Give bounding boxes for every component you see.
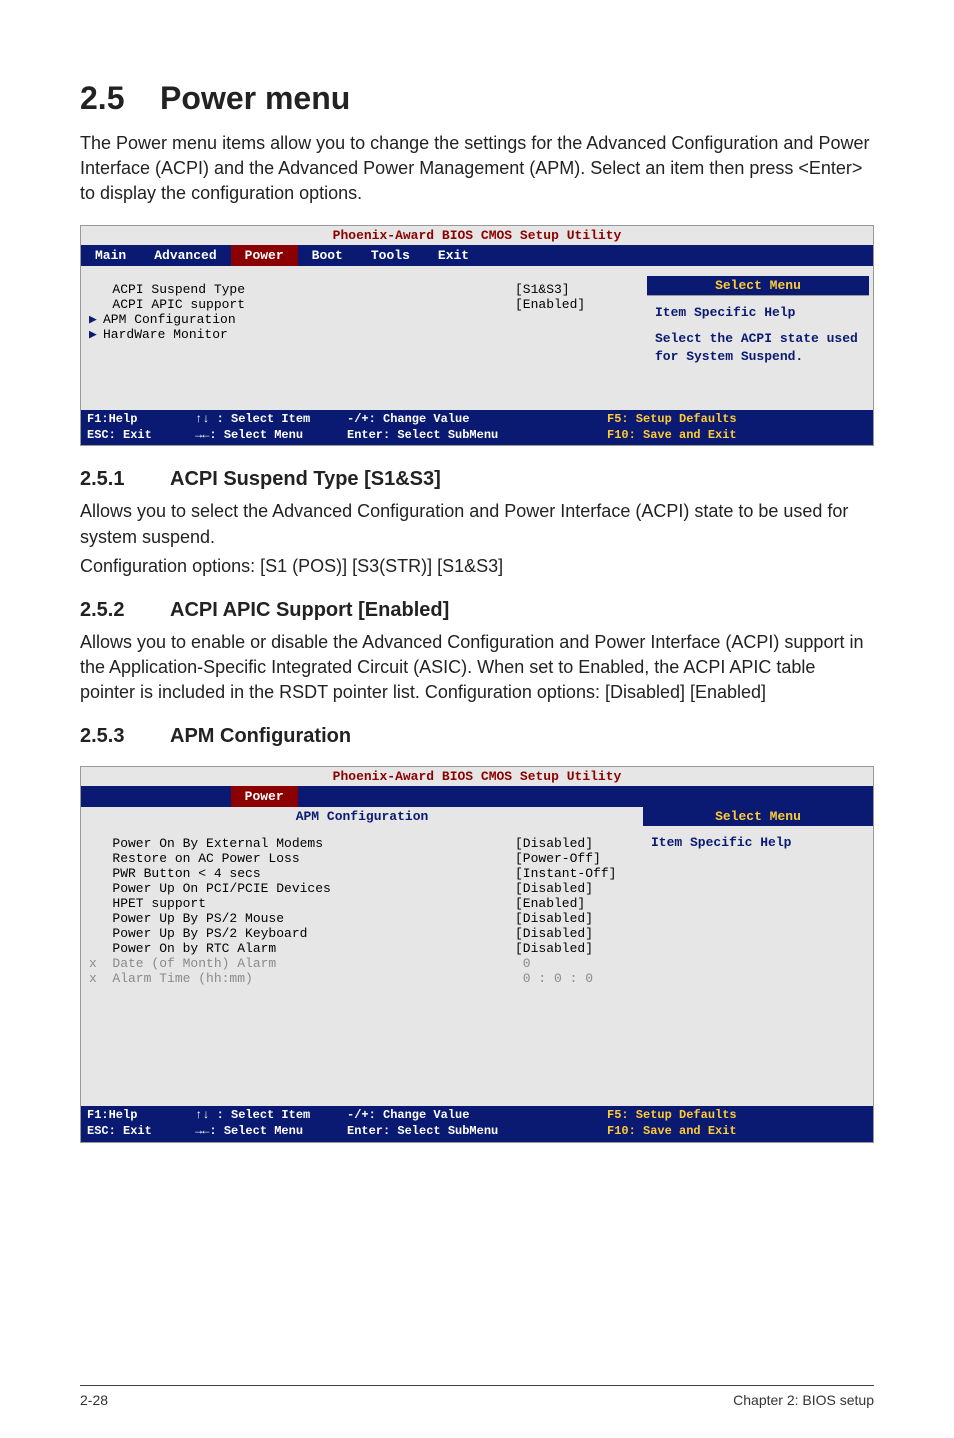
item-label: Power On By External Modems [89,836,515,851]
footer-keys-defaults: F5: Setup Defaults F10: Save and Exit [607,1108,867,1139]
item-label: x Date (of Month) Alarm [89,956,515,971]
item-label: ACPI Suspend Type [89,282,515,297]
bios-footer: F1:Help ↑↓ : Select Item ESC: Exit →←: S… [81,410,873,445]
chapter-label: Chapter 2: BIOS setup [733,1392,874,1408]
item-value: [Disabled] [515,881,635,896]
item-specific-help-body: Select the ACPI state used for System Su… [655,330,861,366]
item-date-of-month-alarm: x Date (of Month) Alarm 0 [89,956,635,971]
subsection-number: 2.5.2 [80,599,170,622]
item-label: Power On by RTC Alarm [89,941,515,956]
bios-right-panel: Item Specific Help [643,826,873,1106]
item-label: HardWare Monitor [103,327,515,342]
item-label: ACPI APIC support [89,297,515,312]
item-label: APM Configuration [103,312,515,327]
bios-screenshot-power-menu: Phoenix-Award BIOS CMOS Setup Utility Ma… [80,225,874,447]
bios-left-panel: Power On By External Modems[Disabled] Re… [81,826,643,1106]
item-value: [Disabled] [515,836,635,851]
item-label: HPET support [89,896,515,911]
bios-menubar: Main Advanced Power [81,786,873,807]
footer-keys-change: -/+: Change Value Enter: Select SubMenu [347,1108,607,1139]
menu-exit[interactable]: Exit [424,245,483,266]
subsection-number: 2.5.3 [80,725,170,748]
item-label: x Alarm Time (hh:mm) [89,971,515,986]
paragraph: Configuration options: [S1 (POS)] [S3(ST… [80,554,874,579]
item-value: [Disabled] [515,911,635,926]
item-value: [Disabled] [515,926,635,941]
item-value: 0 : 0 : 0 [515,971,635,986]
item-pwr-button-4secs[interactable]: PWR Button < 4 secs[Instant-Off] [89,866,635,881]
item-acpi-apic-support[interactable]: ACPI APIC support [Enabled] [89,297,635,312]
subsection-number: 2.5.1 [80,468,170,491]
bios-menubar: Main Advanced Power Boot Tools Exit [81,245,873,266]
subsection-title: APM Configuration [170,725,351,747]
item-hpet-support[interactable]: HPET support[Enabled] [89,896,635,911]
item-power-on-rtc-alarm[interactable]: Power On by RTC Alarm[Disabled] [89,941,635,956]
item-power-up-ps2-keyboard[interactable]: Power Up By PS/2 Keyboard[Disabled] [89,926,635,941]
bios-screenshot-apm-configuration: Phoenix-Award BIOS CMOS Setup Utility Ma… [80,766,874,1142]
paragraph: Allows you to enable or disable the Adva… [80,630,874,706]
subsection-251: 2.5.1ACPI Suspend Type [S1&S3] [80,468,874,491]
item-value: 0 [515,956,635,971]
item-specific-help-title: Item Specific Help [651,834,865,852]
item-value: [Disabled] [515,941,635,956]
submenu-hardware-monitor[interactable]: ▶ HardWare Monitor [89,327,635,342]
select-menu-title: Select Menu [647,276,869,295]
select-menu-title: Select Menu [643,807,873,826]
section-title-text: Power menu [160,80,350,116]
panel-title: APM Configuration [81,807,643,826]
paragraph: Allows you to select the Advanced Config… [80,499,874,549]
item-restore-ac-power-loss[interactable]: Restore on AC Power Loss[Power-Off] [89,851,635,866]
item-value: [Instant-Off] [515,866,635,881]
menu-main[interactable]: Main [81,245,140,266]
item-value: [Enabled] [515,896,635,911]
bios-right-panel: Select Menu Item Specific Help Select th… [643,272,873,411]
submenu-pointer-icon: ▶ [89,327,103,342]
item-acpi-suspend-type[interactable]: ACPI Suspend Type [S1&S3] [89,282,635,297]
submenu-apm-configuration[interactable]: ▶ APM Configuration [89,312,635,327]
menu-power[interactable]: Power [231,245,298,266]
menu-boot[interactable]: Boot [298,245,357,266]
section-heading: 2.5 Power menu [80,80,874,117]
item-label: Restore on AC Power Loss [89,851,515,866]
submenu-pointer-icon: ▶ [89,312,103,327]
subsection-253: 2.5.3APM Configuration [80,725,874,748]
menu-advanced[interactable]: Advanced [140,245,230,266]
footer-keys-defaults: F5: Setup Defaults F10: Save and Exit [607,412,867,443]
item-alarm-time: x Alarm Time (hh:mm) 0 : 0 : 0 [89,971,635,986]
footer-keys-nav: F1:Help ↑↓ : Select Item ESC: Exit →←: S… [87,412,347,443]
page-footer: 2-28 Chapter 2: BIOS setup [80,1385,874,1408]
menu-power[interactable]: Power [231,786,298,807]
item-label: Power Up By PS/2 Keyboard [89,926,515,941]
item-value: [Enabled] [515,297,635,312]
footer-keys-change: -/+: Change Value Enter: Select SubMenu [347,412,607,443]
section-number: 2.5 [80,80,124,116]
subsection-title: ACPI APIC Support [Enabled] [170,599,449,621]
item-power-up-ps2-mouse[interactable]: Power Up By PS/2 Mouse[Disabled] [89,911,635,926]
bios-title: Phoenix-Award BIOS CMOS Setup Utility [81,767,873,786]
item-power-up-pci-pcie[interactable]: Power Up On PCI/PCIE Devices[Disabled] [89,881,635,896]
item-specific-help-title: Item Specific Help [655,304,861,322]
item-value: [S1&S3] [515,282,635,297]
subsection-title: ACPI Suspend Type [S1&S3] [170,468,441,490]
footer-keys-nav: F1:Help ↑↓ : Select Item ESC: Exit →←: S… [87,1108,347,1139]
item-value [515,312,635,327]
bios-footer: F1:Help ↑↓ : Select Item ESC: Exit →←: S… [81,1106,873,1141]
bios-title: Phoenix-Award BIOS CMOS Setup Utility [81,226,873,245]
item-label: Power Up By PS/2 Mouse [89,911,515,926]
item-label: PWR Button < 4 secs [89,866,515,881]
item-power-on-external-modems[interactable]: Power On By External Modems[Disabled] [89,836,635,851]
item-value [515,327,635,342]
menu-tools[interactable]: Tools [357,245,424,266]
intro-paragraph: The Power menu items allow you to change… [80,131,874,207]
item-value: [Power-Off] [515,851,635,866]
bios-left-panel: ACPI Suspend Type [S1&S3] ACPI APIC supp… [81,272,643,411]
page-number: 2-28 [80,1392,108,1408]
subsection-252: 2.5.2ACPI APIC Support [Enabled] [80,599,874,622]
item-label: Power Up On PCI/PCIE Devices [89,881,515,896]
